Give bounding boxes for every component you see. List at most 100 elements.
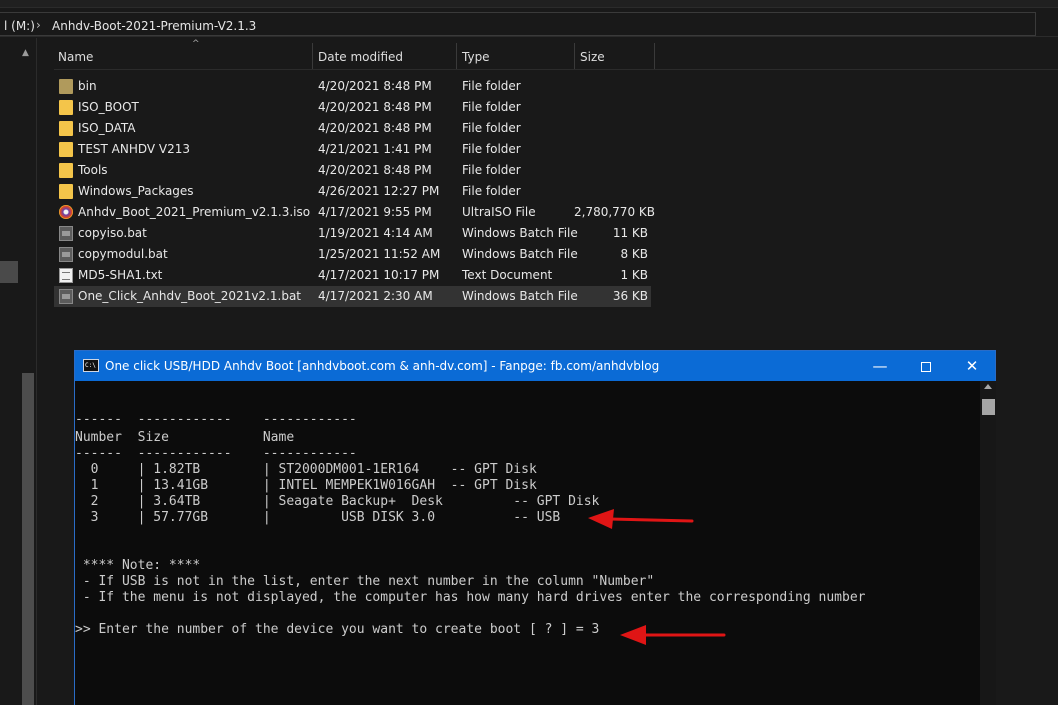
- file-type: UltraISO File: [462, 205, 536, 219]
- file-row[interactable]: ISO_BOOT 4/20/2021 8:48 PM File folder: [54, 97, 651, 118]
- console-line: 3 | 57.77GB | USB DISK 3.0 -- USB: [75, 510, 561, 525]
- batch-file-icon: [59, 247, 73, 262]
- file-size: 8 KB: [620, 247, 648, 261]
- file-type: Windows Batch File: [462, 226, 578, 240]
- maximize-icon: [921, 361, 931, 372]
- file-row[interactable]: One_Click_Anhdv_Boot_2021v2.1.bat 4/17/20…: [54, 286, 651, 307]
- console-title-text: One click USB/HDD Anhdv Boot [anhdvboot.…: [105, 359, 660, 373]
- maximize-button[interactable]: [903, 351, 949, 381]
- console-line: ------ ------------ ------------: [75, 446, 357, 461]
- console-line: - If USB is not in the list, enter the n…: [75, 574, 655, 589]
- breadcrumb-folder[interactable]: Anhdv-Boot-2021-Premium-V2.1.3: [52, 19, 256, 33]
- console-line: - If the menu is not displayed, the comp…: [75, 590, 866, 605]
- column-divider[interactable]: [456, 43, 457, 69]
- file-type: Text Document: [462, 268, 553, 282]
- file-type: File folder: [462, 79, 521, 93]
- breadcrumb-drive[interactable]: l (M:): [4, 19, 35, 33]
- command-prompt-icon[interactable]: C:\: [83, 359, 99, 372]
- column-headers: ^ Name Date modified Type Size: [54, 39, 1058, 69]
- file-name: TEST ANHDV V213: [78, 142, 191, 156]
- file-row[interactable]: bin 4/20/2021 8:48 PM File folder: [54, 76, 651, 97]
- scroll-up-icon[interactable]: [984, 384, 992, 389]
- folder-dark-icon: [59, 79, 73, 94]
- file-type: File folder: [462, 142, 521, 156]
- console-scrollbar[interactable]: [980, 381, 996, 705]
- file-row[interactable]: ISO_DATA 4/20/2021 8:48 PM File folder: [54, 118, 651, 139]
- column-divider[interactable]: [654, 43, 655, 69]
- column-divider[interactable]: [312, 43, 313, 69]
- navigation-pane[interactable]: ▲: [0, 38, 37, 705]
- console-output[interactable]: ------ ------------ ------------ Number S…: [75, 381, 980, 705]
- column-header-date[interactable]: Date modified: [314, 43, 456, 69]
- file-size: 36 KB: [612, 289, 648, 303]
- file-name: ISO_BOOT: [78, 100, 139, 114]
- folder-icon: [59, 163, 73, 178]
- file-date: 4/17/2021 2:30 AM: [318, 289, 433, 303]
- console-scrollbar-thumb[interactable]: [982, 399, 995, 415]
- minimize-button[interactable]: —: [857, 351, 903, 381]
- file-date: 1/19/2021 4:14 AM: [318, 226, 433, 240]
- file-name: MD5-SHA1.txt: [78, 268, 163, 282]
- console-title-bar[interactable]: C:\ One click USB/HDD Anhdv Boot [anhdvb…: [75, 351, 995, 381]
- file-date: 4/20/2021 8:48 PM: [318, 163, 432, 177]
- file-row[interactable]: MD5-SHA1.txt 4/17/2021 10:17 PM Text Docum…: [54, 265, 651, 286]
- file-name: copyiso.bat: [78, 226, 147, 240]
- file-type: File folder: [462, 121, 521, 135]
- nav-selected-item[interactable]: [0, 261, 18, 283]
- file-date: 1/25/2021 11:52 AM: [318, 247, 441, 261]
- file-row[interactable]: Tools 4/20/2021 8:48 PM File folder: [54, 160, 651, 181]
- column-header-size[interactable]: Size: [576, 43, 654, 69]
- folder-icon: [59, 121, 73, 136]
- folder-icon: [59, 142, 73, 157]
- file-name: Windows_Packages: [78, 184, 194, 198]
- nav-scroll-up-icon[interactable]: ▲: [22, 48, 29, 58]
- batch-file-icon: [59, 289, 73, 304]
- nav-scrollbar-thumb[interactable]: [22, 373, 34, 705]
- text-file-icon: [59, 268, 73, 283]
- file-date: 4/20/2021 8:48 PM: [318, 79, 432, 93]
- batch-file-icon: [59, 226, 73, 241]
- file-date: 4/26/2021 12:27 PM: [318, 184, 440, 198]
- console-line: ------ ------------ ------------: [75, 412, 357, 427]
- file-size: 2,780,770 KB: [574, 205, 655, 219]
- folder-icon: [59, 184, 73, 199]
- file-date: 4/21/2021 1:41 PM: [318, 142, 432, 156]
- header-divider: [54, 69, 1058, 70]
- console-line: 2 | 3.64TB | Seagate Backup+ Desk -- GPT…: [75, 494, 600, 509]
- close-button[interactable]: ✕: [949, 351, 995, 381]
- iso-disc-icon: [59, 205, 73, 219]
- console-line: **** Note: ****: [75, 558, 201, 573]
- console-window[interactable]: C:\ One click USB/HDD Anhdv Boot [anhdvb…: [74, 350, 996, 705]
- file-size: 11 KB: [612, 226, 648, 240]
- column-header-name[interactable]: Name: [54, 43, 312, 69]
- file-name: One_Click_Anhdv_Boot_2021v2.1.bat: [78, 289, 302, 303]
- file-date: 4/17/2021 9:55 PM: [318, 205, 432, 219]
- file-type: File folder: [462, 100, 521, 114]
- column-header-type[interactable]: Type: [458, 43, 574, 69]
- folder-icon: [59, 100, 73, 115]
- file-row[interactable]: TEST ANHDV V213 4/21/2021 1:41 PM File fol…: [54, 139, 651, 160]
- file-row[interactable]: copyiso.bat 1/19/2021 4:14 AM Windows Batc…: [54, 223, 651, 244]
- file-type: File folder: [462, 184, 521, 198]
- file-type: File folder: [462, 163, 521, 177]
- file-row[interactable]: Windows_Packages 4/26/2021 12:27 PM File f…: [54, 181, 651, 202]
- address-box[interactable]: l (M:) › Anhdv-Boot-2021-Premium-V2.1.3: [0, 12, 1036, 36]
- file-name: copymodul.bat: [78, 247, 168, 261]
- file-date: 4/20/2021 8:48 PM: [318, 100, 432, 114]
- file-name: Anhdv_Boot_2021_Premium_v2.1.3.iso: [78, 205, 311, 219]
- file-name: bin: [78, 79, 97, 93]
- file-size: 1 KB: [620, 268, 648, 282]
- console-line: 0 | 1.82TB | ST2000DM001-1ER164 -- GPT D…: [75, 462, 537, 477]
- file-row[interactable]: Anhdv_Boot_2021_Premium_v2.1.3.iso 4/17/2…: [54, 202, 655, 223]
- file-name: Tools: [78, 163, 108, 177]
- window-top-strip: [0, 0, 1058, 8]
- column-divider[interactable]: [574, 43, 575, 69]
- file-date: 4/17/2021 10:17 PM: [318, 268, 440, 282]
- file-row[interactable]: copymodul.bat 1/25/2021 11:52 AM Windows B…: [54, 244, 651, 265]
- address-bar[interactable]: l (M:) › Anhdv-Boot-2021-Premium-V2.1.3: [0, 9, 1058, 37]
- console-line: 1 | 13.41GB | INTEL MEMPEK1W016GAH -- GP…: [75, 478, 537, 493]
- breadcrumb-chevron-icon[interactable]: ›: [36, 18, 41, 32]
- file-name: ISO_DATA: [78, 121, 136, 135]
- console-line: Number Size Name: [75, 430, 295, 445]
- file-type: Windows Batch File: [462, 289, 578, 303]
